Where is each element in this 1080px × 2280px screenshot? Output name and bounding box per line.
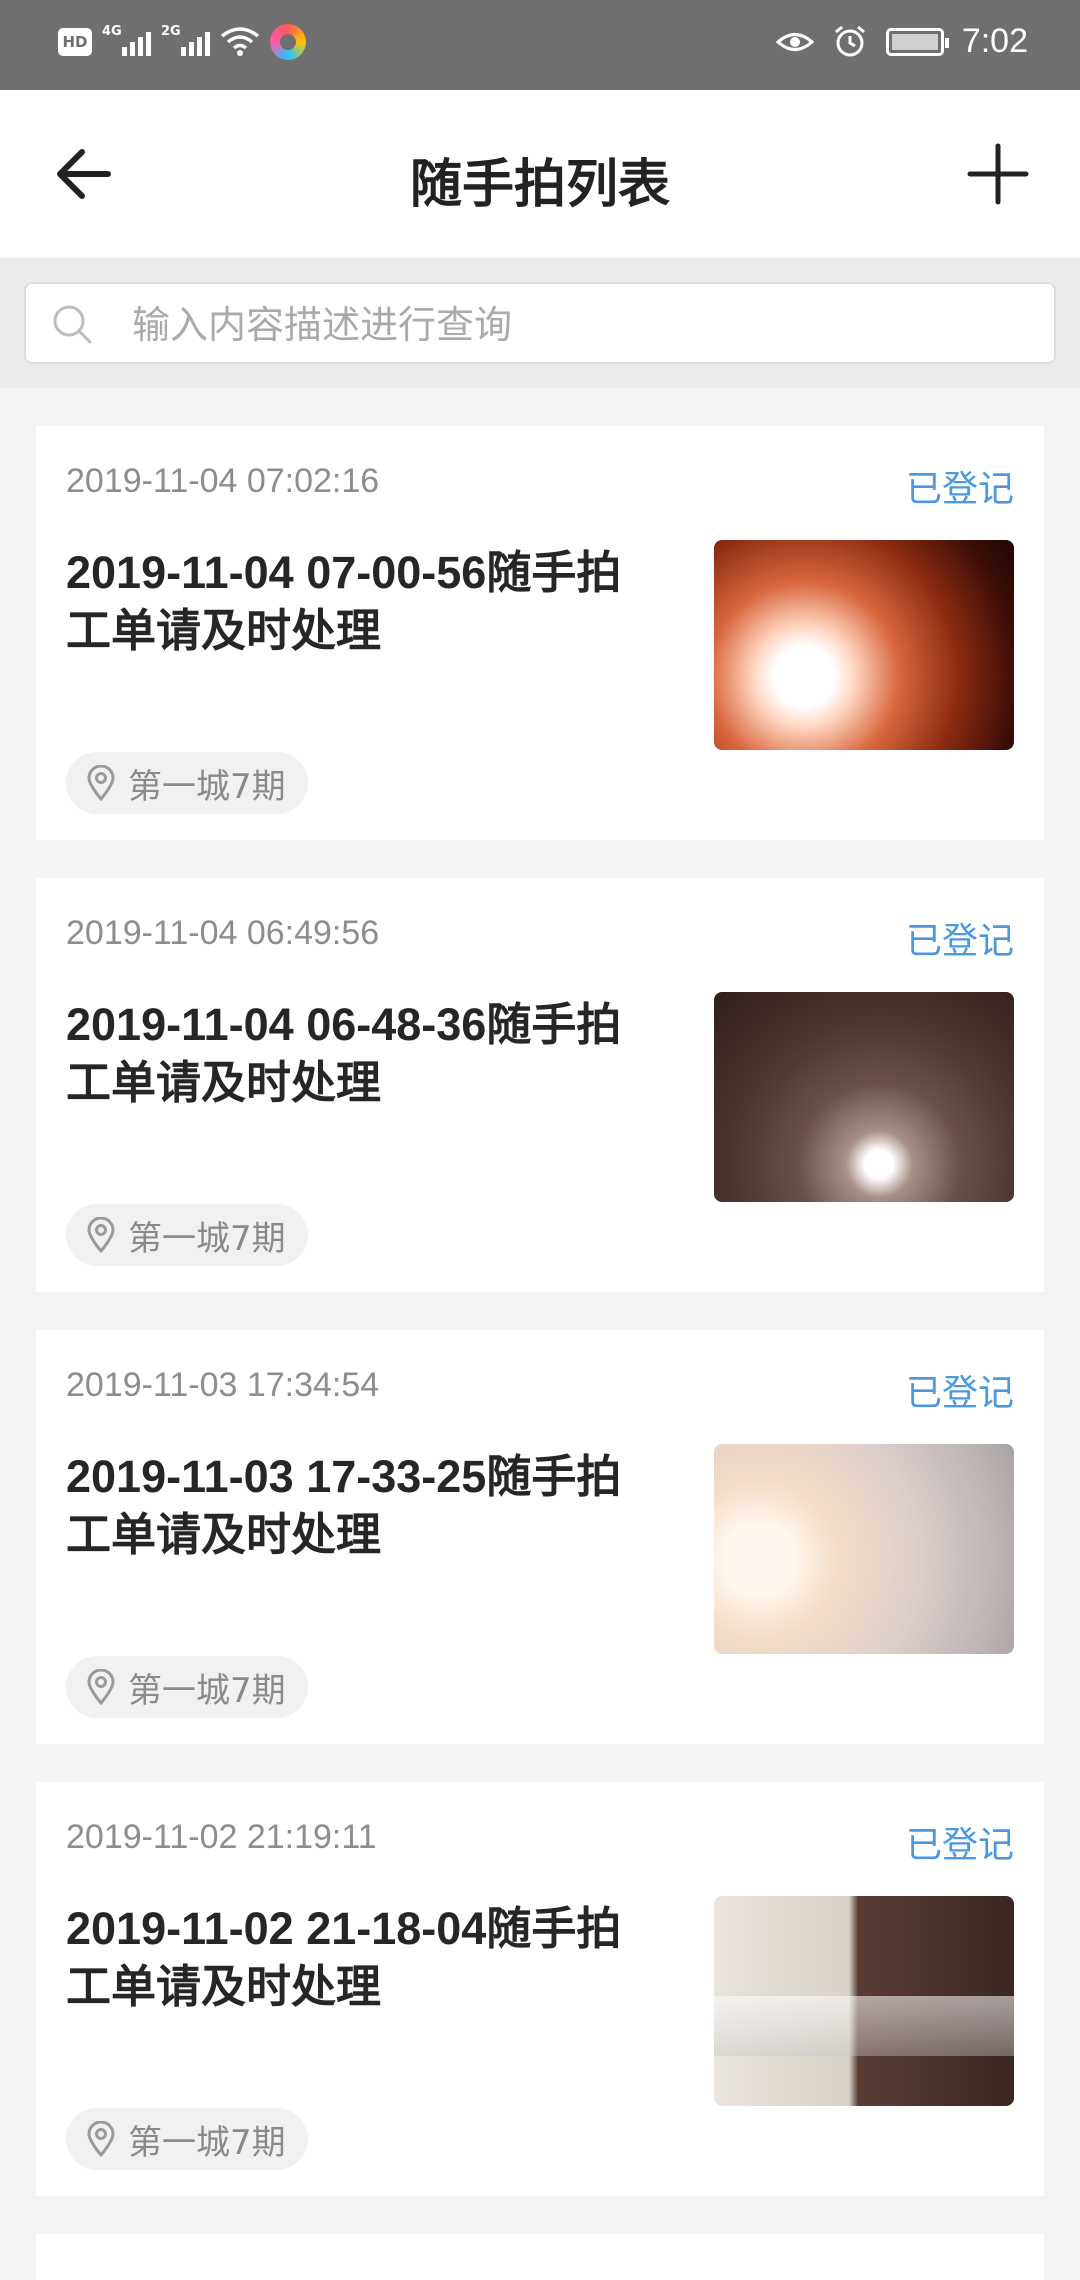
item-title-line: 工单请及时处理 xyxy=(66,605,382,656)
item-time: 2019-11-03 17:34:54 xyxy=(66,1366,380,1404)
status-bar: HD 4G 2G 7:02 xyxy=(0,0,1080,90)
list-item-partial[interactable] xyxy=(36,2234,1044,2280)
item-time: 2019-11-04 06:49:56 xyxy=(66,914,380,952)
location-pin-icon xyxy=(87,1217,115,1253)
item-title-line: 工单请及时处理 xyxy=(66,1509,382,1560)
item-title-line: 工单请及时处理 xyxy=(66,1961,382,2012)
search-input[interactable] xyxy=(130,294,1034,356)
add-button[interactable] xyxy=(958,134,1038,214)
location-pin-icon xyxy=(87,1669,115,1705)
status-badge: 已登记 xyxy=(905,469,1014,510)
battery-icon xyxy=(885,27,949,56)
list-item[interactable]: 2019-11-03 17:34:54 已登记 2019-11-03 17-33… xyxy=(36,1330,1044,1744)
location-text: 第一城7期 xyxy=(128,1218,286,1259)
item-photo[interactable] xyxy=(714,540,1014,750)
item-title: 2019-11-02 21-18-04随手拍 工单请及时处理 xyxy=(66,1900,716,2016)
location-text: 第一城7期 xyxy=(128,2122,286,2163)
list-item[interactable]: 2019-11-02 21:19:11 已登记 2019-11-02 21-18… xyxy=(36,1782,1044,2196)
search-bar-container xyxy=(0,258,1080,388)
top-app-bar: 随手拍列表 xyxy=(0,90,1080,258)
list-item[interactable]: 2019-11-04 07:02:16 已登记 2019-11-04 07-00… xyxy=(36,426,1044,840)
hd-icon: HD xyxy=(58,28,92,56)
plus-icon xyxy=(967,143,1029,205)
status-badge: 已登记 xyxy=(905,1825,1014,1866)
status-badge: 已登记 xyxy=(905,921,1014,962)
item-title-line: 工单请及时处理 xyxy=(66,1057,382,1108)
item-time: 2019-11-02 21:19:11 xyxy=(66,1818,377,1856)
item-title: 2019-11-03 17-33-25随手拍 工单请及时处理 xyxy=(66,1448,716,1564)
search-icon xyxy=(53,305,92,344)
location-text: 第一城7期 xyxy=(128,766,286,807)
item-photo[interactable] xyxy=(714,992,1014,1202)
status-right: 7:02 xyxy=(775,22,1028,61)
location-tag: 第一城7期 xyxy=(66,752,308,814)
location-pin-icon xyxy=(87,2121,115,2157)
search-box[interactable] xyxy=(24,282,1056,364)
item-time: 2019-11-04 07:02:16 xyxy=(66,462,380,500)
item-title: 2019-11-04 06-48-36随手拍 工单请及时处理 xyxy=(66,996,716,1112)
signal-icon-2: 2G xyxy=(161,24,210,56)
item-title-line: 2019-11-04 07-00-56随手拍 xyxy=(66,547,622,598)
eye-comfort-icon xyxy=(775,32,814,51)
wifi-icon xyxy=(220,27,260,56)
network-type-1: 4G xyxy=(102,24,122,39)
location-tag: 第一城7期 xyxy=(66,2108,308,2170)
page-title: 随手拍列表 xyxy=(409,155,670,215)
item-photo[interactable] xyxy=(714,1896,1014,2106)
item-title-line: 2019-11-04 06-48-36随手拍 xyxy=(66,999,622,1050)
item-photo[interactable] xyxy=(714,1444,1014,1654)
item-title-line: 2019-11-02 21-18-04随手拍 xyxy=(66,1903,622,1954)
status-left: HD 4G 2G xyxy=(58,24,306,60)
location-text: 第一城7期 xyxy=(128,1670,286,1711)
item-title-line: 2019-11-03 17-33-25随手拍 xyxy=(66,1451,622,1502)
location-tag: 第一城7期 xyxy=(66,1656,308,1718)
item-title: 2019-11-04 07-00-56随手拍 工单请及时处理 xyxy=(66,544,716,660)
status-time: 7:02 xyxy=(961,22,1028,60)
status-badge: 已登记 xyxy=(905,1373,1014,1414)
location-pin-icon xyxy=(87,765,115,801)
signal-icon-1: 4G xyxy=(102,24,151,56)
alarm-icon xyxy=(834,25,865,56)
location-tag: 第一城7期 xyxy=(66,1204,308,1266)
network-type-2: 2G xyxy=(161,24,181,39)
list-item[interactable]: 2019-11-04 06:49:56 已登记 2019-11-04 06-48… xyxy=(36,878,1044,1292)
app-notification-icon xyxy=(270,24,306,60)
